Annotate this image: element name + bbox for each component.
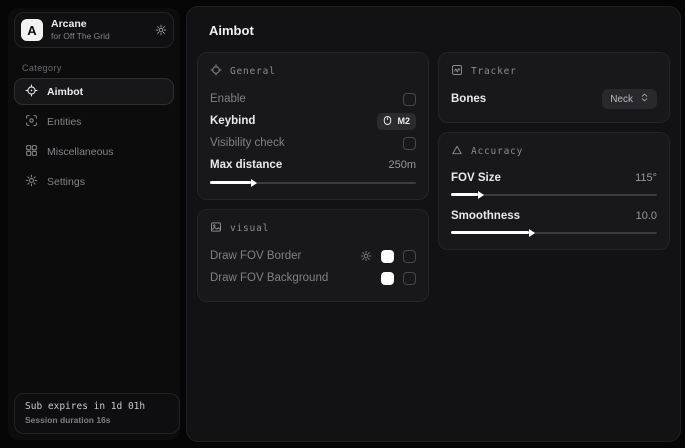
panel-tracker: Tracker Bones Neck bbox=[438, 52, 670, 123]
crosshair-icon bbox=[25, 84, 38, 100]
smoothness-value: 10.0 bbox=[636, 210, 657, 222]
sidebar-item-label: Miscellaneous bbox=[47, 146, 114, 158]
keybind-button[interactable]: M2 bbox=[377, 113, 416, 130]
bones-row: Bones Neck bbox=[451, 88, 657, 110]
mouse-icon bbox=[383, 115, 392, 128]
sidebar-item-label: Settings bbox=[47, 176, 85, 188]
max-distance-row: Max distance 250m bbox=[210, 154, 416, 176]
sidebar-item-label: Entities bbox=[47, 116, 81, 128]
gear-icon bbox=[25, 174, 38, 190]
app-window: A Arcane for Off The Grid Category Aimbo… bbox=[0, 0, 685, 448]
sidebar: A Arcane for Off The Grid Category Aimbo… bbox=[8, 8, 180, 440]
sidebar-item-miscellaneous[interactable]: Miscellaneous bbox=[14, 138, 174, 165]
subscription-info-card: Sub expires in 1d 01h Session duration 1… bbox=[14, 393, 180, 434]
sidebar-item-entities[interactable]: Entities bbox=[14, 108, 174, 135]
page-title: Aimbot bbox=[209, 23, 672, 38]
sidebar-item-aimbot[interactable]: Aimbot bbox=[14, 78, 174, 105]
fov-size-slider[interactable] bbox=[451, 190, 657, 199]
main-content: Aimbot General Enable Ke bbox=[186, 6, 681, 442]
panel-general: General Enable Keybind M2 bbox=[197, 52, 429, 200]
sidebar-nav: Aimbot Entities Miscellaneous Settings bbox=[14, 78, 174, 195]
fov-size-row: FOV Size 115° bbox=[451, 168, 657, 199]
max-distance-slider[interactable] bbox=[210, 178, 416, 187]
panel-title: General bbox=[230, 66, 276, 77]
panel-visual: visual Draw FOV Border Draw F bbox=[197, 209, 429, 302]
activity-icon bbox=[451, 64, 463, 79]
session-duration-text: Session duration 16s bbox=[25, 415, 169, 425]
triangle-icon bbox=[451, 144, 463, 159]
app-subtitle: for Off The Grid bbox=[51, 31, 147, 42]
draw-fov-border-row: Draw FOV Border bbox=[210, 245, 416, 267]
slider-fill bbox=[451, 193, 478, 196]
smoothness-slider[interactable] bbox=[451, 228, 657, 237]
visibility-check-checkbox[interactable] bbox=[403, 137, 416, 150]
brand-card: A Arcane for Off The Grid bbox=[14, 12, 174, 48]
fov-background-color-swatch[interactable] bbox=[381, 272, 394, 285]
panel-title: Tracker bbox=[471, 66, 517, 77]
bones-select-value: Neck bbox=[610, 94, 633, 105]
sidebar-item-settings[interactable]: Settings bbox=[14, 168, 174, 195]
keybind-value: M2 bbox=[397, 116, 410, 126]
slider-fill bbox=[451, 231, 529, 234]
gear-icon[interactable] bbox=[155, 24, 167, 36]
draw-fov-background-row: Draw FOV Background bbox=[210, 267, 416, 289]
app-title: Arcane bbox=[51, 18, 147, 31]
sub-expiry-text: Sub expires in 1d 01h bbox=[25, 401, 169, 412]
max-distance-value: 250m bbox=[388, 159, 416, 171]
chevrons-up-down-icon bbox=[640, 92, 649, 106]
image-icon bbox=[210, 221, 222, 236]
fov-size-value: 115° bbox=[635, 172, 657, 184]
bones-select[interactable]: Neck bbox=[602, 89, 657, 109]
visibility-check-row: Visibility check bbox=[210, 132, 416, 154]
crosshair-icon bbox=[210, 64, 222, 79]
draw-fov-border-checkbox[interactable] bbox=[403, 250, 416, 263]
app-logo: A bbox=[21, 19, 43, 41]
gear-icon[interactable] bbox=[360, 250, 372, 262]
enable-row: Enable bbox=[210, 88, 416, 110]
grid-icon bbox=[25, 144, 38, 160]
slider-fill bbox=[210, 181, 251, 184]
draw-fov-background-checkbox[interactable] bbox=[403, 272, 416, 285]
fov-border-color-swatch[interactable] bbox=[381, 250, 394, 263]
panel-accuracy: Accuracy FOV Size 115° bbox=[438, 132, 670, 250]
category-label: Category bbox=[22, 63, 62, 73]
keybind-row: Keybind M2 bbox=[210, 110, 416, 132]
scan-eye-icon bbox=[25, 114, 38, 130]
panel-title: visual bbox=[230, 223, 269, 234]
smoothness-row: Smoothness 10.0 bbox=[451, 206, 657, 237]
sidebar-item-label: Aimbot bbox=[47, 86, 83, 98]
panel-title: Accuracy bbox=[471, 146, 523, 157]
enable-checkbox[interactable] bbox=[403, 93, 416, 106]
